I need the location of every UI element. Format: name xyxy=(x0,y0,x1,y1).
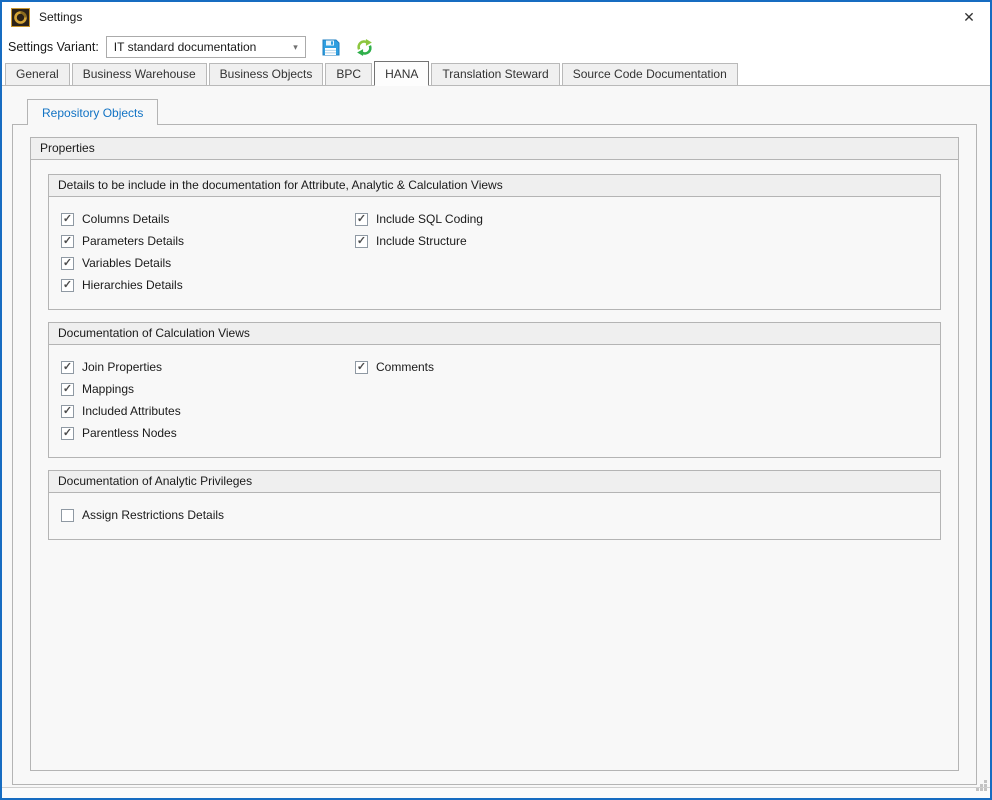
checkbox-column: ✓ Join Properties ✓ Mappings ✓ Included Attri… xyxy=(61,356,355,444)
toolbar: Settings Variant: IT standard documentat… xyxy=(2,32,990,62)
titlebar: Settings ✕ xyxy=(2,2,990,32)
checkbox-checked-variables-details[interactable]: ✓ xyxy=(61,257,74,270)
checkbox-checked-mappings[interactable]: ✓ xyxy=(61,383,74,396)
checkbox-checked-parameters-details[interactable]: ✓ xyxy=(61,235,74,248)
tab-general[interactable]: General xyxy=(5,63,70,85)
checkbox-checked-include-sql-coding[interactable]: ✓ xyxy=(355,213,368,226)
checkbox-row-assign-restrictions-details: Assign Restrictions Details xyxy=(61,504,355,526)
checkbox-label: Include Structure xyxy=(376,234,467,248)
checkbox-row-hierarchies-details: ✓ Hierarchies Details xyxy=(61,274,355,296)
checkbox-checked-included-attributes[interactable]: ✓ xyxy=(61,405,74,418)
main-tabstrip: GeneralBusiness WarehouseBusiness Object… xyxy=(2,62,990,86)
checkbox-row-columns-details: ✓ Columns Details xyxy=(61,208,355,230)
checkbox-label: Included Attributes xyxy=(82,404,181,418)
sub-tabstrip: Repository Objects xyxy=(12,99,977,124)
tab-bpc[interactable]: BPC xyxy=(325,63,372,85)
settings-window: Settings ✕ Settings Variant: IT standard… xyxy=(0,0,992,800)
group-details-to-be-include-in-the-documentati: Details to be include in the documentati… xyxy=(48,174,941,310)
group-header: Documentation of Calculation Views xyxy=(49,323,940,345)
resize-grip-icon[interactable] xyxy=(975,779,988,797)
statusbar xyxy=(2,787,990,798)
hana-tab-panel: Repository Objects Properties Details to… xyxy=(2,86,990,787)
tab-source-code-documentation[interactable]: Source Code Documentation xyxy=(562,63,738,85)
checkbox-row-include-structure: ✓ Include Structure xyxy=(355,230,928,252)
properties-body: Details to be include in the documentati… xyxy=(31,160,958,770)
close-button[interactable]: ✕ xyxy=(948,2,990,32)
checkbox-checked-join-properties[interactable]: ✓ xyxy=(61,361,74,374)
repository-objects-panel: Properties Details to be include in the … xyxy=(12,124,977,785)
checkbox-row-parentless-nodes: ✓ Parentless Nodes xyxy=(61,422,355,444)
tab-business-warehouse[interactable]: Business Warehouse xyxy=(72,63,207,85)
checkbox-row-variables-details: ✓ Variables Details xyxy=(61,252,355,274)
tab-translation-steward[interactable]: Translation Steward xyxy=(431,63,559,85)
refresh-icon[interactable] xyxy=(355,38,374,57)
app-logo-icon xyxy=(11,8,30,27)
checkbox-column: Assign Restrictions Details xyxy=(61,504,355,526)
checkbox-row-mappings: ✓ Mappings xyxy=(61,378,355,400)
checkbox-checked-parentless-nodes[interactable]: ✓ xyxy=(61,427,74,440)
tab-hana[interactable]: HANA xyxy=(374,61,429,86)
checkbox-label: Comments xyxy=(376,360,434,374)
checkbox-label: Assign Restrictions Details xyxy=(82,508,224,522)
chevron-down-icon: ▾ xyxy=(293,43,298,52)
checkbox-checked-include-structure[interactable]: ✓ xyxy=(355,235,368,248)
checkbox-label: Variables Details xyxy=(82,256,171,270)
settings-variant-label: Settings Variant: xyxy=(8,40,99,54)
checkbox-row-join-properties: ✓ Join Properties xyxy=(61,356,355,378)
properties-groupbox: Properties Details to be include in the … xyxy=(30,137,959,771)
group-documentation-of-calculation-views: Documentation of Calculation Views ✓ Join … xyxy=(48,322,941,458)
checkbox-row-include-sql-coding: ✓ Include SQL Coding xyxy=(355,208,928,230)
checkbox-row-included-attributes: ✓ Included Attributes xyxy=(61,400,355,422)
window-title: Settings xyxy=(39,10,82,24)
checkbox-column xyxy=(355,504,928,526)
checkbox-column: ✓ Comments xyxy=(355,356,928,444)
checkbox-label: Parentless Nodes xyxy=(82,426,177,440)
checkbox-checked-hierarchies-details[interactable]: ✓ xyxy=(61,279,74,292)
checkbox-column: ✓ Include SQL Coding ✓ Include Structure xyxy=(355,208,928,296)
checkbox-column: ✓ Columns Details ✓ Parameters Details ✓ Vari… xyxy=(61,208,355,296)
group-body: Assign Restrictions Details xyxy=(49,493,940,539)
group-body: ✓ Columns Details ✓ Parameters Details ✓ Vari… xyxy=(49,197,940,309)
settings-variant-value: IT standard documentation xyxy=(114,40,257,54)
group-header: Details to be include in the documentati… xyxy=(49,175,940,197)
tab-repository-objects[interactable]: Repository Objects xyxy=(27,99,158,125)
settings-variant-combobox[interactable]: IT standard documentation ▾ xyxy=(106,36,306,58)
checkbox-checked-comments[interactable]: ✓ xyxy=(355,361,368,374)
properties-header: Properties xyxy=(31,138,958,160)
checkbox-row-comments: ✓ Comments xyxy=(355,356,928,378)
checkbox-label: Include SQL Coding xyxy=(376,212,483,226)
checkbox-checked-columns-details[interactable]: ✓ xyxy=(61,213,74,226)
group-header: Documentation of Analytic Privileges xyxy=(49,471,940,493)
group-documentation-of-analytic-privileges: Documentation of Analytic Privileges Assi… xyxy=(48,470,941,540)
checkbox-unchecked-assign-restrictions-details[interactable] xyxy=(61,509,74,522)
group-body: ✓ Join Properties ✓ Mappings ✓ Included Attri… xyxy=(49,345,940,457)
checkbox-label: Columns Details xyxy=(82,212,169,226)
checkbox-label: Hierarchies Details xyxy=(82,278,183,292)
checkbox-label: Mappings xyxy=(82,382,134,396)
checkbox-row-parameters-details: ✓ Parameters Details xyxy=(61,230,355,252)
tab-business-objects[interactable]: Business Objects xyxy=(209,63,324,85)
checkbox-label: Join Properties xyxy=(82,360,162,374)
checkbox-label: Parameters Details xyxy=(82,234,184,248)
save-button[interactable] xyxy=(321,38,340,57)
